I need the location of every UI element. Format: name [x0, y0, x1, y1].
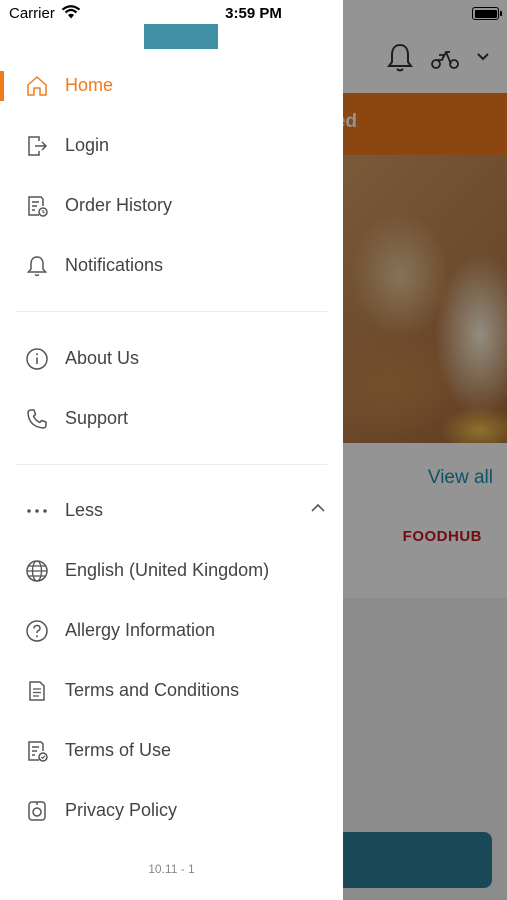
menu-item-less[interactable]: Less	[0, 486, 343, 536]
menu-label-less: Less	[65, 500, 104, 520]
status-bar: Carrier 3:59 PM	[0, 0, 507, 26]
navigation-drawer: Home Login Order History Notifications A…	[0, 0, 343, 900]
question-icon	[26, 620, 48, 642]
menu-label-terms-and-conditions: Terms and Conditions	[65, 680, 240, 700]
more-dots-icon	[27, 509, 47, 513]
document-icon	[29, 681, 45, 701]
menu-item-notifications[interactable]: Notifications	[0, 241, 343, 291]
menu-item-about-us[interactable]: About Us	[0, 334, 343, 384]
menu-label-home: Home	[65, 75, 114, 95]
menu-item-support[interactable]: Support	[0, 394, 343, 444]
menu-divider	[16, 311, 327, 312]
menu-label-order-history: Order History	[65, 195, 173, 215]
status-time: 3:59 PM	[225, 5, 282, 22]
menu-item-terms-of-use[interactable]: Terms of Use	[0, 726, 343, 776]
login-icon	[28, 136, 48, 156]
menu-item-order-history[interactable]: Order History	[0, 181, 343, 231]
menu-item-allergy-information[interactable]: Allergy Information	[0, 606, 343, 656]
menu-label-notifications: Notifications	[65, 255, 164, 275]
menu-label-support: Support	[65, 408, 129, 428]
menu-item-login[interactable]: Login	[0, 121, 343, 171]
menu-label-privacy-policy: Privacy Policy	[65, 800, 178, 820]
phone-icon	[27, 409, 47, 429]
menu-item-language[interactable]: English (United Kingdom)	[0, 546, 343, 596]
globe-icon	[26, 560, 48, 582]
menu-divider	[16, 464, 327, 465]
chevron-up-icon[interactable]	[310, 502, 326, 514]
order-history-icon	[28, 196, 48, 217]
info-icon	[26, 348, 48, 370]
menu-item-privacy-policy[interactable]: Privacy Policy	[0, 786, 343, 836]
bell-icon	[26, 256, 48, 277]
active-indicator	[0, 71, 4, 101]
privacy-icon	[28, 801, 46, 821]
menu-label-language: English (United Kingdom)	[65, 560, 270, 580]
battery-tip	[500, 11, 502, 16]
menu-item-home[interactable]: Home	[0, 61, 343, 111]
menu-label-about-us: About Us	[65, 348, 140, 368]
menu-item-terms-and-conditions[interactable]: Terms and Conditions	[0, 666, 343, 716]
battery-icon	[472, 7, 499, 20]
menu-label-login: Login	[65, 135, 110, 155]
brand-logo	[144, 24, 218, 49]
home-icon	[27, 76, 47, 96]
menu-label-allergy-information: Allergy Information	[65, 620, 216, 640]
document-check-icon	[28, 741, 48, 762]
menu-label-terms-of-use: Terms of Use	[65, 740, 172, 760]
app-version: 10.11 - 1	[148, 862, 195, 876]
